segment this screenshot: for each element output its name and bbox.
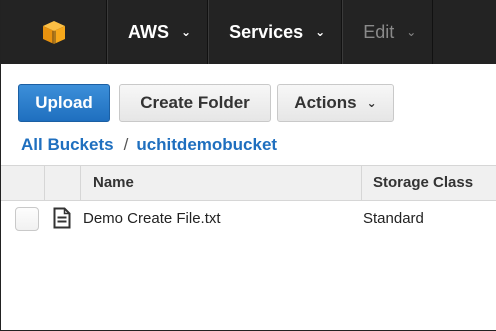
- chevron-down-icon: ⌄: [315, 25, 326, 39]
- column-header-name[interactable]: Name: [93, 166, 134, 200]
- column-divider: [361, 166, 362, 200]
- breadcrumb: All Buckets / uchitdemobucket: [21, 134, 277, 156]
- row-checkbox[interactable]: [15, 207, 39, 231]
- breadcrumb-bucket-link[interactable]: uchitdemobucket: [136, 135, 277, 155]
- nav-edit-menu[interactable]: Edit ⌄: [342, 0, 434, 64]
- create-folder-button[interactable]: Create Folder: [119, 84, 271, 122]
- table-row[interactable]: Demo Create File.txt Standard: [1, 201, 496, 237]
- actions-dropdown-button[interactable]: Actions ⌄: [277, 84, 394, 122]
- breadcrumb-separator: /: [123, 135, 129, 154]
- objects-table: Name Storage Class Demo Create File.txt …: [1, 165, 496, 237]
- breadcrumb-all-buckets-link[interactable]: All Buckets: [21, 135, 114, 155]
- nav-aws-label: AWS: [128, 21, 170, 42]
- chevron-down-icon: ⌄: [406, 25, 417, 39]
- nav-services-menu[interactable]: Services ⌄: [208, 0, 343, 64]
- s3-console-window: AWS ⌄ Services ⌄ Edit ⌄ Upload Create Fo…: [0, 0, 496, 331]
- column-header-storage-class[interactable]: Storage Class: [373, 166, 473, 200]
- top-nav-bar: AWS ⌄ Services ⌄ Edit ⌄: [1, 0, 496, 64]
- aws-cube-icon: [42, 21, 65, 44]
- nav-edit-label: Edit: [363, 21, 395, 42]
- table-header: Name Storage Class: [1, 165, 496, 201]
- file-text-icon: [53, 207, 71, 229]
- file-name-cell[interactable]: Demo Create File.txt: [83, 201, 221, 237]
- nav-aws-menu[interactable]: AWS ⌄: [107, 0, 209, 64]
- storage-class-cell: Standard: [363, 210, 424, 227]
- chevron-down-icon: ⌄: [181, 25, 192, 39]
- header-icon-column: [45, 166, 81, 200]
- header-checkbox-column: [1, 166, 45, 200]
- actions-label: Actions: [294, 93, 357, 112]
- aws-logo[interactable]: [1, 0, 107, 64]
- upload-button[interactable]: Upload: [18, 84, 110, 122]
- nav-services-label: Services: [229, 21, 304, 42]
- chevron-down-icon: ⌄: [366, 96, 377, 110]
